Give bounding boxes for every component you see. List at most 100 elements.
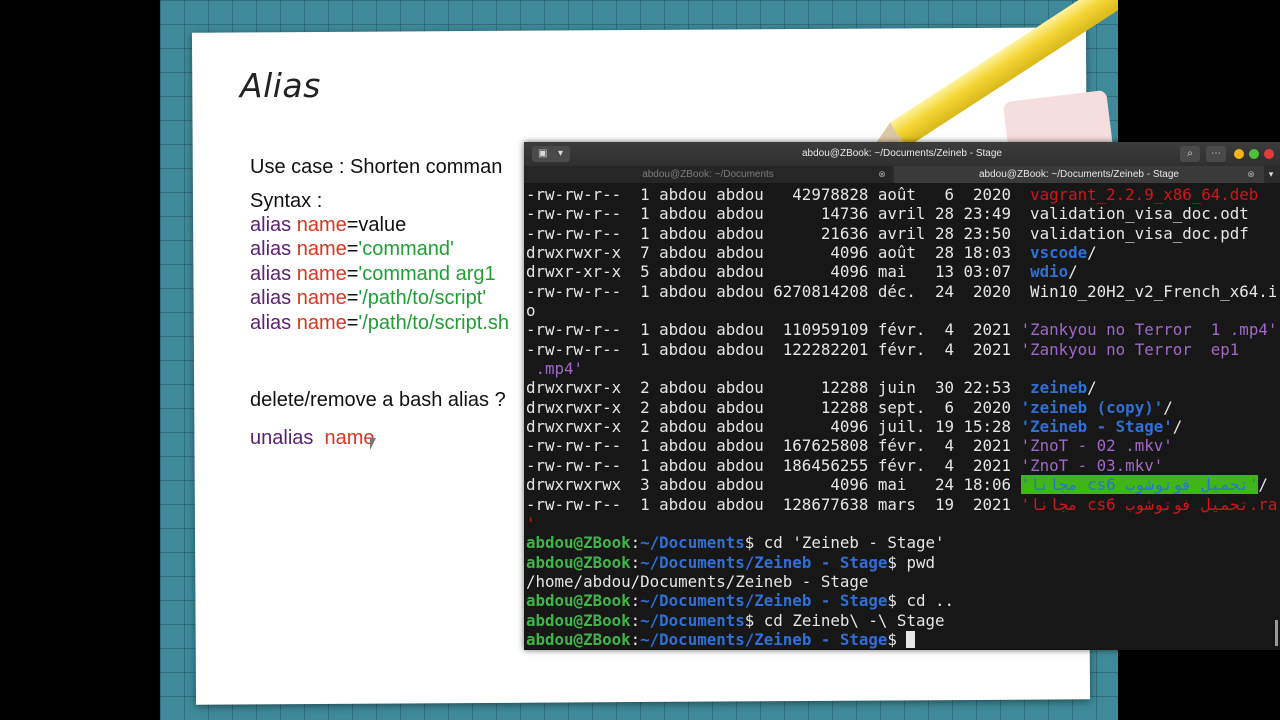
alias-value: '/path/to/script.sh <box>358 311 509 334</box>
terminal-line: .mp4' <box>526 359 1276 378</box>
terminal-line: o <box>526 301 1276 320</box>
terminal-line: -rw-rw-r-- 1 abdou abdou 6270814208 déc.… <box>526 282 1276 301</box>
terminal-window-title: abdou@ZBook: ~/Documents/Zeineb - Stage <box>802 148 1002 159</box>
chevron-down-icon[interactable]: ▾ <box>1265 168 1277 180</box>
terminal-text: : <box>630 533 641 553</box>
alias-keyword: alias <box>250 311 292 334</box>
terminal-text: $ cd Zeineb\ -\ Stage <box>744 610 945 630</box>
terminal-line: /home/abdou/Documents/Zeineb - Stage <box>526 572 1276 591</box>
terminal-text: 'مجانا cs6 تحميل فوتوشوب.rar <box>1020 494 1276 514</box>
use-case-text: Use case : Shorten comman <box>250 156 503 178</box>
terminal-line: drwxrwxr-x 2 abdou abdou 12288 juin 30 2… <box>526 378 1276 397</box>
terminal-line: ' <box>526 514 1276 533</box>
terminal-line: drwxrwxrwx 3 abdou abdou 4096 mai 24 18:… <box>526 475 1276 495</box>
syntax-label: Syntax : <box>250 190 323 212</box>
search-button[interactable]: ⌕ <box>1180 146 1200 162</box>
tab-zeineb-stage[interactable]: abdou@ZBook: ~/Documents/Zeineb - Stage <box>894 166 1264 183</box>
terminal-text: ~/Documents <box>640 610 745 630</box>
terminal-text: ~/Documents <box>640 533 745 553</box>
alias-keyword: alias <box>250 214 292 236</box>
minimize-button[interactable] <box>1234 149 1244 159</box>
terminal-line: abdou@ZBook:~/Documents/Zeineb - Stage$ … <box>526 591 1276 610</box>
terminal-line: -rw-rw-r-- 1 abdou abdou 128677638 mars … <box>526 495 1276 514</box>
equals-sign: = <box>346 311 359 334</box>
terminal-line: -rw-rw-r-- 1 abdou abdou 186456255 févr.… <box>526 456 1276 475</box>
terminal-text: -rw-rw-r-- 1 abdou abdou 167625808 févr.… <box>526 436 1021 456</box>
terminal-text: 'ZnoT - 02 .mkv' <box>1020 436 1173 456</box>
terminal-text: $ pwd <box>887 552 935 572</box>
terminal-line: drwxrwxr-x 2 abdou abdou 12288 sept. 6 2… <box>526 398 1276 417</box>
alias-value: 'command' <box>358 238 454 261</box>
terminal-text: -rw-rw-r-- 1 abdou abdou 122282201 févr.… <box>526 339 1021 359</box>
terminal-line: -rw-rw-r-- 1 abdou abdou 167625808 févr.… <box>526 436 1276 455</box>
close-icon[interactable]: ⊗ <box>876 168 888 180</box>
close-button[interactable] <box>1264 149 1274 159</box>
terminal-output[interactable]: -rw-rw-r-- 1 abdou abdou 42978828 août 6… <box>526 185 1276 650</box>
terminal-text: / <box>1068 262 1078 282</box>
terminal-text: wdio <box>1030 262 1069 282</box>
equals-sign: = <box>346 214 359 236</box>
terminal-line: abdou@ZBook:~/Documents/Zeineb - Stage$ … <box>526 553 1276 572</box>
terminal-text: -rw-rw-r-- 1 abdou abdou 6270814208 déc.… <box>526 281 1276 301</box>
search-icon: ⌕ <box>1187 148 1193 159</box>
close-icon[interactable]: ⊗ <box>1245 168 1257 180</box>
slide-title: Alias <box>240 66 321 105</box>
alias-name: name <box>296 287 347 310</box>
syntax-line: alias name='/path/to/script.sh <box>250 312 509 335</box>
text-cursor <box>906 630 916 648</box>
terminal-text: : <box>630 610 641 630</box>
terminal-text: .mp4' <box>526 359 584 379</box>
unalias-keyword: unalias <box>250 427 314 449</box>
terminal-text: $ cd .. <box>887 591 954 611</box>
terminal-line: abdou@ZBook:~/Documents$ cd 'Zeineb - St… <box>526 533 1276 552</box>
maximize-button[interactable] <box>1249 149 1259 159</box>
alias-value: '/path/to/script' <box>358 287 487 310</box>
terminal-text: drwxrwxr-x 2 abdou abdou 12288 juin 30 2… <box>526 378 1031 398</box>
terminal-text: abdou@ZBook <box>526 629 631 649</box>
alias-keyword: alias <box>250 238 292 261</box>
terminal-line: -rw-rw-r-- 1 abdou abdou 122282201 févr.… <box>526 340 1276 359</box>
terminal-line: -rw-rw-r-- 1 abdou abdou 14736 avril 28 … <box>526 204 1276 223</box>
terminal-text: abdou@ZBook <box>526 591 631 611</box>
terminal-text: $ <box>887 629 907 649</box>
terminal-text: o <box>526 301 536 321</box>
terminal-text: -rw-rw-r-- 1 abdou abdou 14736 avril 28 … <box>526 204 1249 224</box>
terminal-text: -rw-rw-r-- 1 abdou abdou 110959109 févr.… <box>526 320 1021 340</box>
unalias-name: name <box>324 427 375 449</box>
terminal-text: ' <box>526 513 536 533</box>
terminal-window[interactable]: ▣ ▾ abdou@ZBook: ~/Documents/Zeineb - St… <box>524 142 1280 650</box>
terminal-text: drwxrwxrwx 3 abdou abdou 4096 mai 24 18:… <box>526 475 1021 495</box>
terminal-scrollbar[interactable] <box>1275 620 1278 646</box>
menu-button[interactable]: ⋯ <box>1206 146 1226 162</box>
terminal-text: : <box>630 629 641 649</box>
terminal-text: abdou@ZBook <box>526 533 631 553</box>
alias-name: name <box>296 262 347 285</box>
alias-value: 'command arg1 <box>358 262 496 285</box>
terminal-text: /home/abdou/Documents/Zeineb - Stage <box>526 571 869 591</box>
terminal-text: -rw-rw-r-- 1 abdou abdou 21636 avril 28 … <box>526 223 1249 243</box>
terminal-line: drwxr-xr-x 5 abdou abdou 4096 mai 13 03:… <box>526 262 1276 281</box>
terminal-text: vagrant_2.2.9_x86_64.deb <box>1030 185 1259 204</box>
alias-name: name <box>296 214 347 236</box>
terminal-text: drwxrwxr-x 7 abdou abdou 4096 août 28 18… <box>526 243 1031 263</box>
tab-label: abdou@ZBook: ~/Documents <box>642 169 774 180</box>
syntax-line: alias name='/path/to/script' <box>250 287 486 310</box>
syntax-line: alias name=value <box>250 214 406 237</box>
terminal-titlebar[interactable]: ▣ ▾ abdou@ZBook: ~/Documents/Zeineb - St… <box>524 142 1280 166</box>
terminal-text: : <box>630 591 641 611</box>
terminal-text: -rw-rw-r-- 1 abdou abdou 128677638 mars … <box>526 494 1021 514</box>
terminal-text: ~/Documents/Zeineb - Stage <box>640 629 888 649</box>
terminal-text: abdou@ZBook <box>526 610 631 630</box>
terminal-text: 'zeineb (copy)' <box>1020 397 1164 417</box>
alias-name: name <box>296 311 347 334</box>
terminal-text: abdou@ZBook <box>526 552 631 572</box>
mouse-pointer-icon <box>370 438 376 450</box>
terminal-line: drwxrwxr-x 7 abdou abdou 4096 août 28 18… <box>526 243 1276 262</box>
tab-documents[interactable]: abdou@ZBook: ~/Documents <box>524 166 892 183</box>
terminal-text: / <box>1258 475 1268 495</box>
terminal-text: $ cd 'Zeineb - Stage' <box>744 533 945 553</box>
equals-sign: = <box>346 262 359 285</box>
unalias-command: unalias name <box>250 427 375 450</box>
terminal-text: vscode <box>1030 243 1088 263</box>
terminal-text: -rw-rw-r-- 1 abdou abdou 42978828 août 6… <box>526 185 1031 204</box>
